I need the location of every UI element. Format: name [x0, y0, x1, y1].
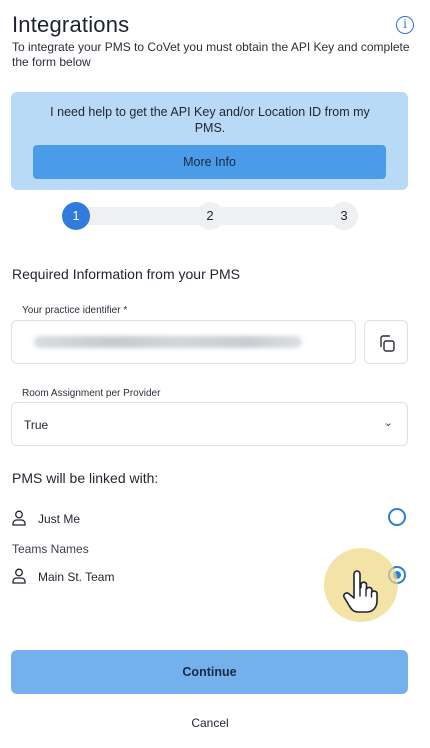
more-info-button[interactable]: More Info [33, 145, 386, 179]
practice-id-value-redacted [34, 336, 302, 348]
just-me-label: Just Me [38, 512, 81, 526]
step-1: 1 [62, 202, 90, 230]
step-2: 2 [196, 202, 224, 230]
cancel-button[interactable]: Cancel [0, 716, 420, 730]
section-title-linking: PMS will be linked with: [12, 470, 159, 486]
page-subtitle: To integrate your PMS to CoVet you must … [12, 40, 410, 69]
page-title: Integrations [12, 12, 130, 37]
person-icon [12, 510, 26, 526]
hand-pointer-icon [343, 570, 378, 613]
practice-id-input[interactable] [11, 320, 356, 364]
copy-button[interactable] [364, 320, 408, 364]
copy-icon [380, 335, 395, 352]
chevron-down-icon: ⌄ [383, 417, 393, 429]
just-me-radio[interactable] [388, 508, 406, 526]
help-text: I need help to get the API Key and/or Lo… [50, 105, 370, 135]
team-label: Main St. Team [38, 570, 115, 584]
stepper: 1 2 3 [62, 202, 358, 230]
room-assignment-select[interactable]: True ⌄ [11, 402, 408, 446]
person-icon [12, 568, 26, 584]
header: Integrations i [12, 12, 418, 38]
continue-button[interactable]: Continue [11, 650, 408, 694]
help-panel: I need help to get the API Key and/or Lo… [11, 92, 408, 190]
step-3: 3 [330, 202, 358, 230]
option-just-me[interactable]: Just Me [12, 508, 408, 530]
room-assignment-value: True [24, 418, 49, 432]
practice-id-label: Your practice identifier * [22, 305, 128, 316]
room-assignment-label: Room Assignment per Provider [22, 388, 161, 399]
info-icon[interactable]: i [396, 16, 414, 34]
teams-names-label: Teams Names [12, 542, 89, 556]
section-title-required: Required Information from your PMS [12, 266, 240, 282]
